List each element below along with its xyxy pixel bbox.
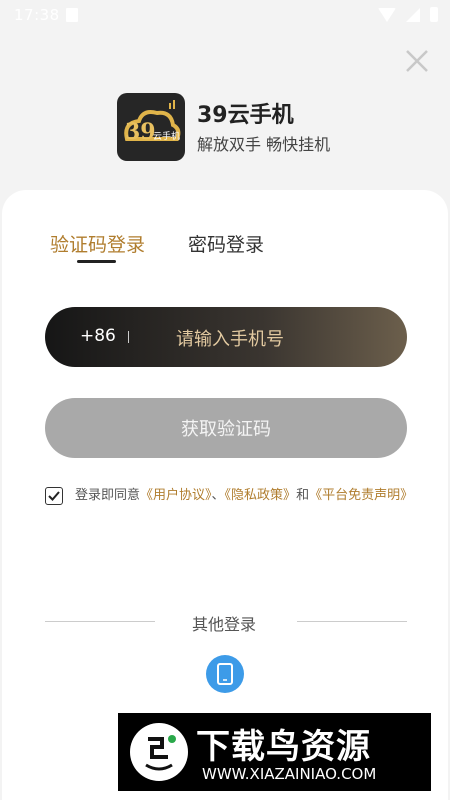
- agreement-checkbox[interactable]: [45, 487, 63, 505]
- disclaimer-link[interactable]: 《平台免责声明》: [309, 488, 413, 503]
- agreement-prefix: 登录即同意: [75, 488, 141, 503]
- country-code[interactable]: +86: [80, 326, 116, 346]
- check-icon: [48, 491, 60, 501]
- get-code-button[interactable]: 获取验证码: [45, 398, 407, 458]
- privacy-policy-link[interactable]: 《隐私政策》: [225, 488, 297, 503]
- close-icon: [406, 50, 428, 72]
- divider-line-left: [45, 621, 155, 622]
- app-header: 39 云手机 39云手机 解放双手 畅快挂机: [117, 93, 417, 163]
- phone-input[interactable]: +86 请输入手机号: [45, 307, 407, 367]
- other-login-label: 其他登录: [192, 615, 257, 634]
- watermark-logo: [130, 723, 188, 781]
- app-logo: 39 云手机: [117, 93, 185, 161]
- phone-login-button[interactable]: [206, 655, 244, 693]
- signal-icon: [406, 7, 420, 22]
- tab-password-login[interactable]: 密码登录: [188, 230, 264, 257]
- phone-icon: [217, 663, 233, 685]
- status-time: 17:38: [14, 6, 60, 24]
- user-agreement-link[interactable]: 《用户协议》: [140, 488, 212, 503]
- login-card: 验证码登录 密码登录 +86 请输入手机号 获取验证码 登录即同意《用户协议》、…: [2, 190, 448, 800]
- country-code-divider: [128, 331, 129, 343]
- other-login-divider: 其他登录: [2, 609, 448, 634]
- active-tab-indicator: [77, 260, 116, 263]
- battery-icon: [430, 7, 438, 22]
- agreement-separator: 、: [211, 488, 225, 503]
- close-button[interactable]: [402, 46, 432, 76]
- logo-number: 39: [125, 119, 156, 145]
- watermark-title: 下载鸟资源: [196, 727, 371, 767]
- phone-input-placeholder: 请输入手机号: [176, 329, 284, 350]
- watermark: 下载鸟资源 WWW.XIAZAINIAO.COM: [118, 713, 431, 791]
- agreement-text: 登录即同意《用户协议》、《隐私政策》和《平台免责声明》: [75, 485, 415, 507]
- wifi-icon: [378, 7, 396, 22]
- tab-sms-login[interactable]: 验证码登录: [50, 230, 145, 257]
- divider-line-right: [297, 621, 407, 622]
- agreement-conjunction: 和: [296, 488, 310, 503]
- logo-label: 云手机: [153, 130, 180, 142]
- notification-icon: [66, 8, 78, 22]
- watermark-url: WWW.XIAZAINIAO.COM: [202, 765, 377, 783]
- status-bar: 17:38: [0, 0, 450, 34]
- app-name: 39云手机: [197, 103, 294, 128]
- status-icons: [378, 7, 438, 22]
- app-slogan: 解放双手 畅快挂机: [197, 135, 331, 154]
